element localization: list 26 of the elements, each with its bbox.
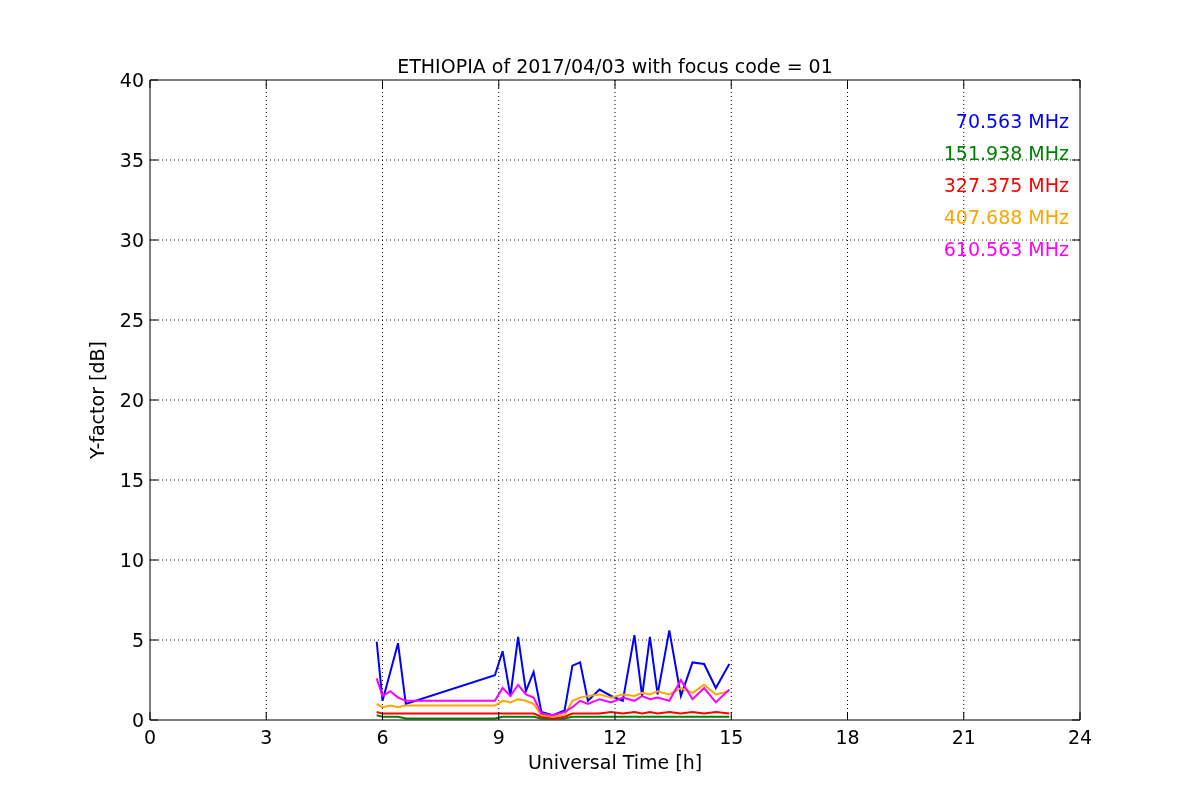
y-tick-label: 20 [119,389,144,411]
legend-label: 327.375 MHz [943,174,1069,196]
legend-label: 407.688 MHz [943,206,1069,228]
y-tick-label: 30 [119,229,144,251]
x-tick-label: 0 [143,726,157,748]
y-tick-label: 15 [119,469,144,491]
legend-label: 151.938 MHz [943,142,1069,164]
x-tick-label: 24 [1067,726,1093,748]
y-tick-label: 10 [119,549,144,571]
legend-label: 70.563 MHz [955,110,1069,132]
x-axis-label: Universal Time [h] [527,751,703,773]
x-tick-label: 15 [719,726,744,748]
y-axis-label: Y-factor [dB] [86,341,108,459]
y-tick-label: 5 [131,629,144,651]
x-tick-label: 3 [260,726,273,748]
y-tick-label: 25 [119,309,144,331]
chart-title: ETHIOPIA of 2017/04/03 with focus code = 01 [397,55,833,77]
legend-label: 610.563 MHz [943,238,1069,260]
y-tick-label: 35 [119,149,144,171]
x-tick-label: 12 [602,726,628,748]
x-tick-label: 9 [492,726,505,748]
x-tick-label: 6 [376,726,389,748]
x-tick-label: 21 [951,726,976,748]
y-tick-label: 40 [119,69,144,91]
x-tick-label: 18 [835,726,860,748]
y-tick-label: 0 [131,709,144,731]
